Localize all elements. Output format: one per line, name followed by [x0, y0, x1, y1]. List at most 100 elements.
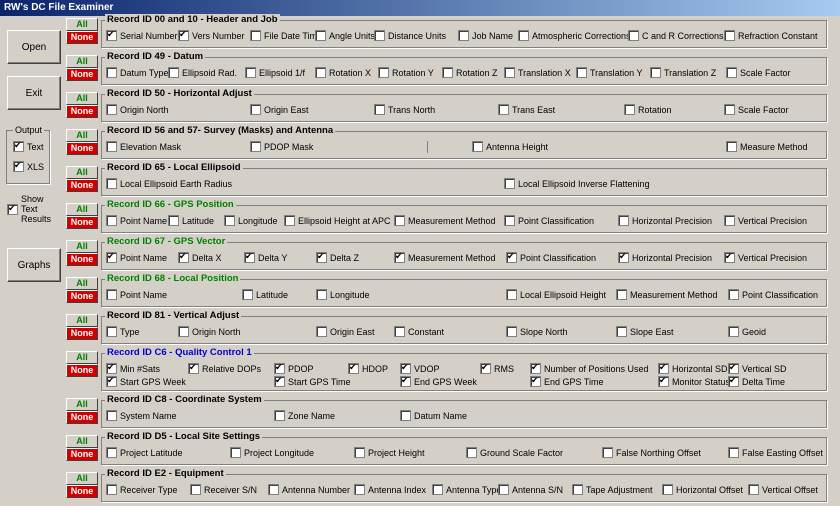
field-option[interactable]: Receiver Type — [106, 484, 177, 495]
field-checkbox[interactable] — [374, 30, 385, 41]
field-checkbox[interactable] — [628, 30, 639, 41]
field-checkbox[interactable] — [168, 215, 179, 226]
field-checkbox[interactable] — [518, 30, 529, 41]
field-option[interactable]: Horizontal Precision — [618, 251, 712, 263]
field-option[interactable]: Point Classification — [504, 215, 594, 226]
field-checkbox[interactable] — [618, 215, 629, 226]
field-checkbox[interactable] — [250, 30, 261, 41]
field-checkbox[interactable] — [530, 375, 541, 387]
field-option[interactable]: Origin North — [178, 326, 241, 337]
field-option[interactable]: Vertical Precision — [724, 251, 807, 263]
field-checkbox[interactable] — [315, 30, 326, 41]
select-none-button[interactable]: None — [66, 448, 98, 461]
field-checkbox[interactable] — [354, 447, 365, 458]
select-none-button[interactable]: None — [66, 290, 98, 303]
field-option[interactable]: Rotation — [624, 104, 672, 115]
field-checkbox[interactable] — [480, 362, 491, 374]
field-option[interactable]: Measurement Method — [394, 215, 496, 226]
field-checkbox[interactable] — [724, 104, 735, 115]
field-checkbox[interactable] — [178, 251, 189, 263]
field-checkbox[interactable] — [728, 375, 739, 387]
field-option[interactable]: Translation X — [504, 67, 571, 78]
field-checkbox[interactable] — [498, 104, 509, 115]
field-checkbox[interactable] — [504, 215, 515, 226]
field-option[interactable]: Start GPS Time — [274, 375, 351, 387]
field-option[interactable]: Horizontal Offset — [662, 484, 743, 495]
field-option[interactable]: Type — [106, 326, 140, 337]
field-checkbox[interactable] — [472, 141, 483, 152]
field-checkbox[interactable] — [616, 289, 627, 300]
select-none-button[interactable]: None — [66, 216, 98, 229]
field-checkbox[interactable] — [432, 484, 443, 495]
select-all-button[interactable]: All — [66, 129, 98, 142]
field-option[interactable]: Delta X — [178, 251, 222, 263]
field-option[interactable]: Trans East — [498, 104, 555, 115]
field-checkbox[interactable] — [504, 67, 515, 78]
output-text-checkbox[interactable] — [13, 140, 24, 152]
field-checkbox[interactable] — [658, 362, 669, 374]
field-checkbox[interactable] — [348, 362, 359, 374]
field-option[interactable]: Rotation Y — [378, 67, 434, 78]
field-checkbox[interactable] — [498, 484, 509, 495]
field-checkbox[interactable] — [506, 251, 517, 263]
field-option[interactable]: Horizontal SD — [658, 362, 728, 374]
field-option[interactable]: Measurement Method — [616, 289, 718, 300]
field-checkbox[interactable] — [245, 67, 256, 78]
field-option[interactable]: Delta Y — [244, 251, 287, 263]
select-all-button[interactable]: All — [66, 277, 98, 290]
field-option[interactable]: File Date Time — [250, 30, 322, 41]
field-checkbox[interactable] — [188, 362, 199, 374]
field-checkbox[interactable] — [658, 375, 669, 387]
field-option[interactable]: Point Classification — [506, 251, 596, 263]
field-option[interactable]: Slope North — [506, 326, 568, 337]
field-option[interactable]: Serial Number — [106, 29, 178, 41]
field-checkbox[interactable] — [315, 67, 326, 78]
select-all-button[interactable]: All — [66, 472, 98, 485]
field-checkbox[interactable] — [354, 484, 365, 495]
field-checkbox[interactable] — [616, 326, 627, 337]
field-option[interactable]: Constant — [394, 326, 444, 337]
field-option[interactable]: Rotation Z — [442, 67, 498, 78]
field-option[interactable]: Point Classification — [728, 289, 818, 300]
field-checkbox[interactable] — [530, 362, 541, 374]
field-option[interactable]: Longitude — [224, 215, 278, 226]
field-option[interactable]: Local Ellipsoid Height — [506, 289, 606, 300]
field-option[interactable]: Origin East — [250, 104, 309, 115]
field-checkbox[interactable] — [748, 484, 759, 495]
select-none-button[interactable]: None — [66, 179, 98, 192]
field-option[interactable]: VDOP — [400, 362, 440, 374]
field-checkbox[interactable] — [650, 67, 661, 78]
field-checkbox[interactable] — [400, 410, 411, 421]
field-option[interactable]: Refraction Constant — [724, 30, 818, 41]
select-all-button[interactable]: All — [66, 435, 98, 448]
field-checkbox[interactable] — [244, 251, 255, 263]
field-checkbox[interactable] — [378, 67, 389, 78]
select-none-button[interactable]: None — [66, 142, 98, 155]
select-none-button[interactable]: None — [66, 253, 98, 266]
field-option[interactable]: Scale Factor — [726, 67, 791, 78]
field-checkbox[interactable] — [168, 67, 179, 78]
select-all-button[interactable]: All — [66, 240, 98, 253]
field-checkbox[interactable] — [316, 289, 327, 300]
field-option[interactable]: Point Name — [106, 289, 167, 300]
field-checkbox[interactable] — [400, 375, 411, 387]
select-all-button[interactable]: All — [66, 166, 98, 179]
field-option[interactable]: Origin North — [106, 104, 169, 115]
field-checkbox[interactable] — [106, 326, 117, 337]
field-option[interactable]: PDOP — [274, 362, 314, 374]
field-option[interactable]: End GPS Time — [530, 375, 604, 387]
field-checkbox[interactable] — [728, 289, 739, 300]
field-option[interactable]: Longitude — [316, 289, 370, 300]
field-option[interactable]: Point Name — [106, 215, 167, 226]
field-option[interactable]: Rotation X — [315, 67, 371, 78]
field-checkbox[interactable] — [728, 447, 739, 458]
field-option[interactable]: Ellipsoid Rad. — [168, 67, 237, 78]
field-option[interactable]: Origin East — [316, 326, 375, 337]
field-option[interactable]: C and R Corrections — [628, 30, 724, 41]
field-option[interactable]: Ellipsoid 1/f — [245, 67, 305, 78]
field-checkbox[interactable] — [230, 447, 241, 458]
field-option[interactable]: False Northing Offset — [602, 447, 701, 458]
field-checkbox[interactable] — [618, 251, 629, 263]
field-option[interactable]: Datum Name — [400, 410, 467, 421]
field-checkbox[interactable] — [724, 251, 735, 263]
